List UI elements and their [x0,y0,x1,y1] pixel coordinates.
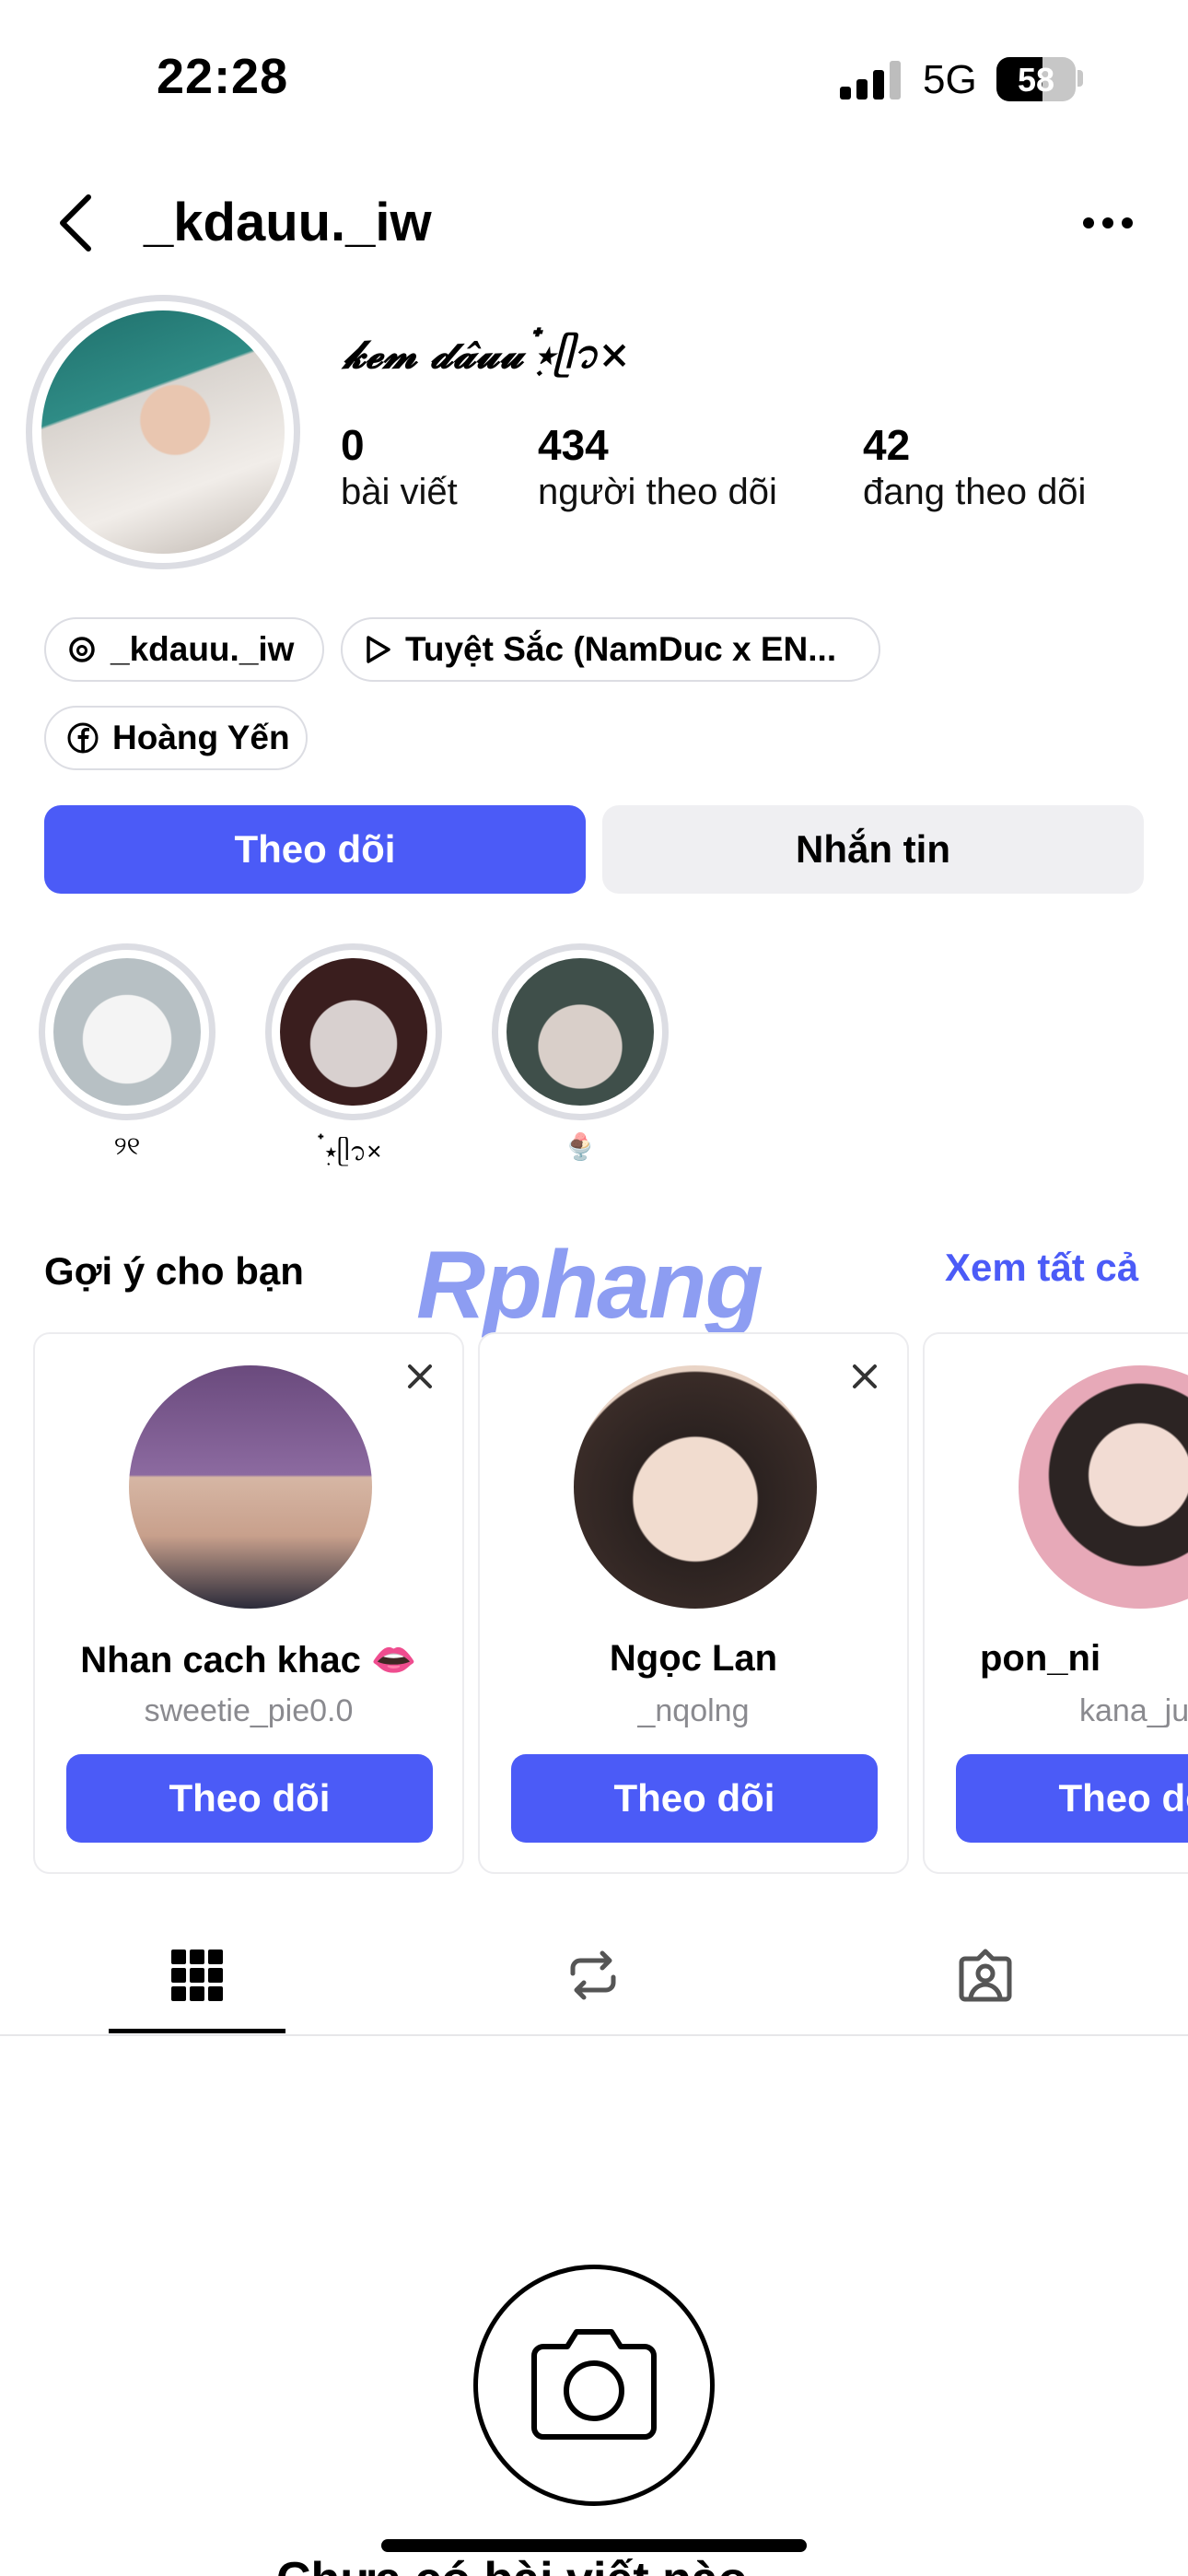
suggestion-handle: sweetie_pie0.0 [144,1693,354,1728]
threads-icon [69,637,95,662]
empty-state-text: Chưa có bài viết nào [276,2552,748,2576]
tab-divider [0,2034,1188,2036]
battery-level: 58 [1017,61,1055,99]
suggestion-name: Ngọc Lan [609,1638,778,1679]
repost-icon[interactable] [564,1946,623,2005]
grid-icon[interactable] [168,1946,227,2005]
battery-icon: 58 [996,57,1076,101]
highlight-3[interactable] [492,943,669,1120]
suggestions-title: Gợi ý cho bạn [44,1249,304,1293]
highlight-image [53,958,201,1106]
threads-link-chip[interactable]: _kdauu._iw [44,617,324,682]
active-tab-indicator [109,2029,285,2033]
network-type: 5G [923,57,977,102]
highlight-image [280,958,427,1106]
follow-button[interactable]: Theo dõi [44,805,586,894]
more-options-icon[interactable] [1083,217,1138,232]
suggestion-avatar[interactable] [574,1365,817,1609]
message-button[interactable]: Nhắn tin [602,805,1144,894]
empty-state-circle [473,2265,715,2506]
watermark: Rphang [416,1232,763,1339]
facebook-icon [67,722,99,754]
following-count[interactable]: 42 [863,420,910,470]
status-time: 22:28 [157,49,289,104]
threads-link-label: _kdauu._iw [111,630,295,668]
music-link-chip[interactable]: Tuyệt Sắc (NamDuc x EN... [341,617,880,682]
music-link-label: Tuyệt Sắc (NamDuc x EN... [405,630,837,668]
suggestion-follow-button[interactable]: Theo dõi [956,1754,1188,1843]
highlight-label: ๋࣭⭑ᥫ᭡× [325,1137,382,1165]
highlight-1[interactable] [39,943,215,1120]
play-icon [367,636,390,663]
suggestion-handle: kana_ju [1079,1693,1188,1728]
highlight-2[interactable] [265,943,442,1120]
suggestion-name: Nhan cach khac 👄 [80,1640,417,1680]
suggestion-avatar[interactable] [129,1365,372,1609]
camera-icon [531,2329,657,2440]
suggestion-handle: _nqolng [637,1693,750,1728]
followers-count[interactable]: 434 [538,420,609,470]
back-arrow-icon[interactable] [52,190,103,256]
close-icon[interactable] [850,1362,879,1391]
facebook-link-label: Hoàng Yến [112,719,290,756]
highlight-label: 🍨 [564,1132,597,1161]
display-name: 𝓴𝓮𝓶 𝓭𝓪̂𝓾𝓾 ๋࣭⭑ᥫ᭡× [343,332,631,377]
see-all-link[interactable]: Xem tất cả [945,1246,1138,1290]
suggestion-name: pon_ni [980,1638,1101,1679]
profile-username: _kdauu._iw [144,193,432,252]
followers-label[interactable]: người theo dõi [538,472,777,513]
posts-label: bài viết [341,472,458,512]
avatar-image [41,310,285,554]
profile-avatar[interactable] [26,295,300,569]
suggestion-card[interactable]: Nhan cach khac 👄 sweetie_pie0.0 Theo dõi [33,1332,464,1874]
suggestion-avatar[interactable] [1019,1365,1188,1609]
facebook-link-chip[interactable]: Hoàng Yến [44,706,308,770]
suggestion-follow-button[interactable]: Theo dõi [66,1754,433,1843]
signal-icon [840,59,903,100]
highlight-label: ୨୧ [113,1131,141,1160]
home-indicator [381,2539,807,2552]
suggestion-follow-button[interactable]: Theo dõi [511,1754,878,1843]
highlight-image [507,958,654,1106]
suggestion-card[interactable]: pon_ni kana_ju Theo dõi [923,1332,1188,1874]
battery-tip [1077,70,1083,87]
tagged-icon[interactable] [956,1946,1015,2005]
posts-count: 0 [341,421,365,469]
following-label[interactable]: đang theo dõi [863,472,1086,513]
suggestion-card[interactable]: Ngọc Lan _nqolng Theo dõi [478,1332,909,1874]
close-icon[interactable] [405,1362,435,1391]
